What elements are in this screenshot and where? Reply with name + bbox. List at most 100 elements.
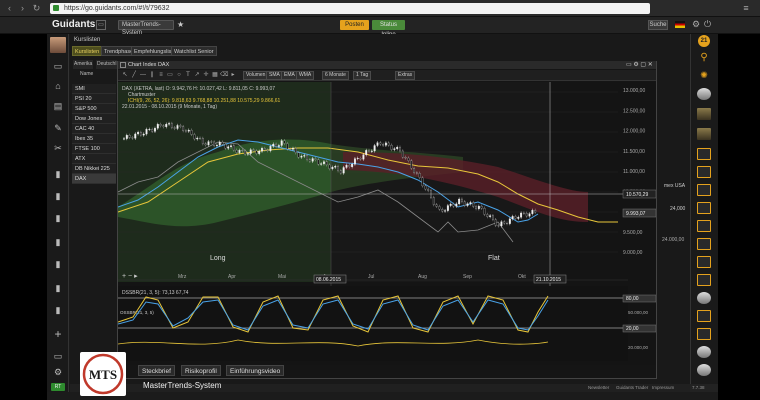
doc-icon-3[interactable] — [697, 184, 711, 196]
portfolio-selector[interactable]: MasterTrends-System — [118, 20, 174, 36]
settings-gear-icon[interactable]: ⚙ — [692, 19, 700, 30]
cursor-tool-icon[interactable]: ↖ — [121, 71, 129, 80]
tab-einfuehrungsvideo[interactable]: Einführungsvideo — [226, 365, 285, 376]
bookmark-icon-5[interactable]: ▮ — [51, 258, 65, 270]
browser-menu-icon[interactable]: ≡ — [740, 3, 752, 14]
tools-icon[interactable]: ✂ — [51, 142, 65, 154]
candle-body — [156, 124, 159, 129]
pencil-icon[interactable]: ✎ — [51, 122, 65, 134]
index-row[interactable]: DB Nikkei 225 — [72, 164, 116, 174]
bookmark-icon-1[interactable]: ▮ — [51, 168, 65, 180]
chart-nav-icon[interactable]: ▤ — [51, 100, 65, 112]
ellipse-tool-icon[interactable]: ○ — [175, 71, 183, 80]
candle-body — [286, 143, 289, 150]
reload-icon[interactable]: ↻ — [31, 3, 42, 14]
bookmark-icon-3[interactable]: ▮ — [51, 212, 65, 224]
tab-risikoprofil[interactable]: Risikoprofil — [181, 365, 221, 376]
tab-steckbrief[interactable]: Steckbrief — [138, 365, 175, 376]
candle-body — [294, 148, 297, 153]
doc-icon-5[interactable] — [697, 220, 711, 232]
expert-avatar-2[interactable] — [697, 108, 711, 120]
index-row-selected[interactable]: DAX — [72, 174, 116, 184]
expert-avatar-4[interactable] — [697, 292, 711, 304]
footer-link-trader[interactable]: Guidants Trader — [616, 385, 648, 391]
doc-icon-2[interactable] — [697, 166, 711, 178]
candle-body — [210, 141, 213, 143]
bookmark-icon-7[interactable]: ▮ — [51, 304, 65, 316]
footer-link-impressum[interactable]: Impressum — [652, 385, 674, 391]
index-row[interactable]: PSI 20 — [72, 94, 116, 104]
text-tool-icon[interactable]: T — [184, 71, 192, 80]
tab-kurslisten[interactable]: Kurslisten — [72, 46, 103, 56]
status-button[interactable]: Status Inline — [372, 20, 405, 38]
index-row[interactable]: Dow Jones Indus — [72, 114, 116, 132]
index-tab-amerika[interactable]: Amerika — [73, 60, 94, 69]
monitor-nav-icon[interactable]: ▭ — [51, 60, 65, 72]
price-chart[interactable]: DAX (XETRA, last) O: 9.942,76 H: 10.027,… — [118, 82, 656, 365]
index-row[interactable]: Ibex 35 — [72, 134, 116, 144]
widget-title-bar[interactable] — [118, 61, 656, 69]
index-row[interactable]: S&P 500 — [72, 104, 116, 114]
index-tab-deutschland[interactable]: Deutschl — [96, 60, 118, 69]
play-tool-icon[interactable]: ▸ — [229, 71, 237, 80]
play-icon-3[interactable] — [697, 328, 711, 340]
expert-avatar-3[interactable] — [697, 128, 711, 140]
doc-icon-1[interactable] — [697, 148, 711, 160]
index-row[interactable]: CAC 40 — [72, 124, 116, 134]
home-icon[interactable]: ⌂ — [51, 80, 65, 92]
x-tick-label: Aug — [418, 274, 427, 280]
location-pin-icon[interactable]: ⚲ — [697, 52, 711, 64]
doc-icon-6[interactable] — [697, 256, 711, 268]
logout-icon[interactable]: ⏻ — [704, 19, 711, 30]
widget-controls[interactable]: ▭ ⚙ ▢ ✕ — [626, 61, 653, 69]
play-icon-2[interactable] — [697, 274, 711, 286]
monitor-small-icon[interactable]: ▭ — [51, 350, 65, 362]
bookmark-icon-6[interactable]: ▮ — [51, 282, 65, 294]
arrow-tool-icon[interactable]: ↗ — [193, 71, 201, 80]
interval-select[interactable]: 1 Tag — [353, 71, 372, 80]
grid-tool-icon[interactable]: ▦ — [211, 71, 219, 80]
index-row[interactable]: SMI — [72, 84, 116, 94]
bookmark-icon-2[interactable]: ▮ — [51, 190, 65, 202]
fib-tool-icon[interactable]: ≡ — [157, 71, 165, 80]
index-row[interactable]: FTSE 100 — [72, 144, 116, 154]
back-arrow-icon[interactable]: ‹ — [4, 3, 15, 14]
play-icon-1[interactable] — [697, 238, 711, 250]
bookmark-icon-4[interactable]: ▮ — [51, 236, 65, 248]
y-tick-label: 11.500,00 — [623, 149, 645, 155]
monitor-icon[interactable]: ▭ — [96, 20, 106, 30]
url-bar[interactable]: https://go.guidants.com/#!/t/79632 — [50, 3, 650, 14]
range-select[interactable]: 6 Monate — [322, 71, 349, 80]
channel-tool-icon[interactable]: ∥ — [148, 71, 156, 80]
hline-tool-icon[interactable]: — — [139, 71, 147, 80]
post-button[interactable]: Posten — [340, 20, 369, 30]
expert-avatar-5[interactable] — [697, 346, 711, 358]
candle-body — [489, 215, 492, 217]
index-row[interactable]: ATX — [72, 154, 116, 164]
expert-avatar-6[interactable] — [697, 364, 711, 376]
forward-arrow-icon[interactable]: › — [17, 3, 28, 14]
settings-icon[interactable]: ⚙ — [51, 366, 65, 378]
wma-button[interactable]: WMA — [296, 71, 315, 80]
eraser-tool-icon[interactable]: ⌫ — [220, 71, 228, 80]
volume-button[interactable]: Volumen — [243, 71, 269, 80]
guidants-logo[interactable]: Guidants — [52, 18, 95, 32]
footer-link-newsletter[interactable]: Newsletter — [588, 385, 609, 391]
rect-tool-icon[interactable]: ▭ — [166, 71, 174, 80]
search-button[interactable]: Suche — [648, 20, 668, 30]
expert-avatar-1[interactable] — [697, 88, 711, 100]
user-avatar[interactable] — [50, 37, 66, 53]
notification-count[interactable]: 21 — [698, 35, 710, 47]
extras-button[interactable]: Extras — [395, 71, 416, 80]
germany-flag-icon[interactable] — [675, 21, 685, 28]
doc-icon-7[interactable] — [697, 310, 711, 322]
add-icon[interactable]: + — [51, 328, 65, 340]
candle-body — [137, 132, 140, 135]
lightbulb-icon[interactable]: ✺ — [697, 70, 711, 82]
candle-body — [382, 144, 385, 146]
cross-tool-icon[interactable]: ✛ — [202, 71, 210, 80]
doc-icon-4[interactable] — [697, 202, 711, 214]
star-icon[interactable]: ★ — [177, 20, 184, 30]
line-tool-icon[interactable]: ╱ — [130, 71, 138, 80]
tab-watchlist-senior[interactable]: Watchlist Senior — [171, 46, 217, 56]
